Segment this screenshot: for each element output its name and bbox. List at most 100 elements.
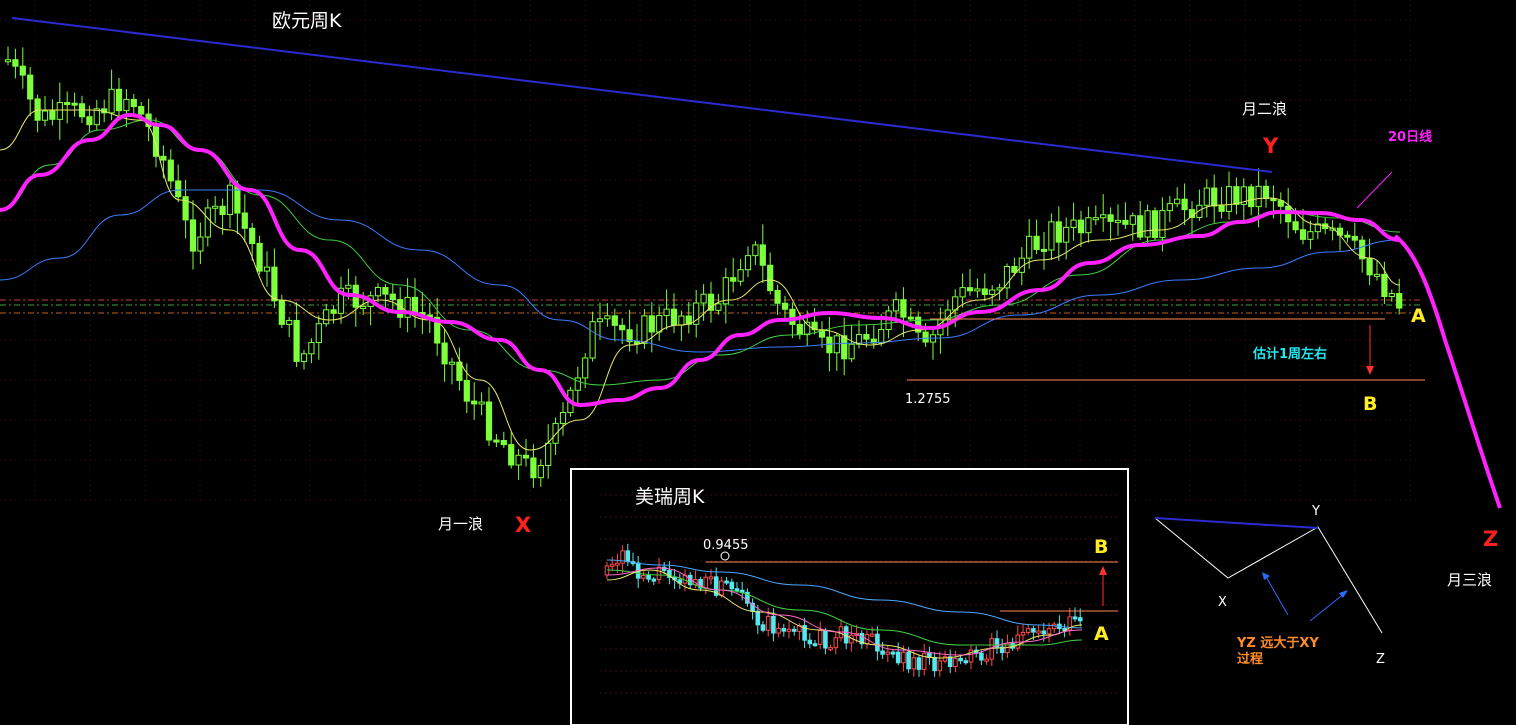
inset-candle-body	[755, 610, 761, 626]
candle-body	[345, 284, 352, 289]
candle-body	[663, 308, 670, 317]
candle-body	[582, 357, 589, 379]
candle-body	[759, 244, 766, 266]
y-label: Y	[1262, 134, 1279, 158]
candle-body	[1063, 226, 1070, 243]
inset-title: 美瑞周K	[635, 486, 705, 508]
candle-body	[1292, 221, 1299, 231]
candle-body	[456, 361, 463, 381]
candle-body	[1181, 198, 1188, 211]
candle-body	[1085, 217, 1092, 234]
inset-candle-body	[833, 637, 839, 649]
candle-body	[1344, 234, 1351, 238]
candle-body	[611, 315, 618, 326]
candle-body	[71, 102, 78, 106]
candle-body	[744, 255, 752, 271]
inset-candle-body	[817, 630, 823, 645]
inset-candle-body	[609, 563, 615, 567]
inset-a-label: A	[1094, 623, 1109, 645]
candle-body	[559, 412, 567, 424]
projected-z-curve	[1393, 234, 1502, 509]
candle-body	[323, 309, 330, 325]
inset-candle-body	[921, 652, 927, 670]
candle-body	[648, 315, 655, 333]
candle-body	[996, 287, 1003, 291]
candle-body	[12, 59, 19, 67]
candle-body	[1336, 227, 1344, 236]
candle-body	[115, 88, 123, 112]
candle-body	[1033, 235, 1040, 250]
candle-body	[249, 227, 256, 244]
wave-schematic: X Y Z YZ 远大于XY 过程	[1154, 504, 1385, 667]
candle-body	[278, 300, 285, 325]
candle-body	[189, 219, 197, 252]
inset-candle-body	[812, 643, 818, 647]
inset-candle-body	[901, 651, 906, 664]
schematic-arrow-2	[1309, 592, 1346, 622]
candle-body	[130, 98, 137, 108]
candle-body	[19, 65, 26, 76]
candle-body	[1255, 185, 1262, 208]
wave1-label: 月一浪	[438, 515, 483, 533]
candle-body	[530, 457, 537, 479]
candle-body	[197, 236, 204, 252]
inset-candle-body	[1020, 631, 1026, 636]
candle-body	[41, 110, 49, 121]
candle-body	[234, 184, 241, 214]
candle-body	[1366, 258, 1373, 276]
candle-body	[286, 319, 293, 325]
inset-candle-body	[1046, 628, 1052, 635]
candle-body	[204, 207, 211, 238]
candle-body	[833, 335, 840, 354]
inset-candle-body	[947, 656, 953, 668]
inset-candle-body	[984, 658, 989, 662]
candle-body	[508, 444, 515, 466]
inset-candle-body	[781, 628, 787, 632]
candle-body	[64, 102, 71, 106]
candle-body	[300, 353, 308, 362]
candle-body	[1396, 293, 1403, 309]
inset-candle-body	[656, 566, 662, 581]
candle-body	[774, 290, 781, 304]
inset-candle-body	[760, 624, 766, 631]
candle-body	[656, 315, 663, 333]
candle-body	[981, 288, 988, 295]
candle-body	[633, 341, 641, 345]
candle-body	[1388, 293, 1395, 297]
candle-body	[752, 244, 759, 257]
candle-body	[256, 242, 263, 272]
inset-b-label: B	[1094, 536, 1108, 558]
candle-body	[522, 454, 530, 459]
candle-body	[397, 299, 404, 318]
candle-body	[315, 323, 322, 344]
candle-body	[589, 321, 596, 359]
candle-body	[1144, 210, 1151, 238]
inset-candle-body	[1051, 623, 1057, 630]
candle-body	[389, 293, 396, 301]
candle-body	[641, 315, 648, 344]
b-label: B	[1363, 393, 1377, 415]
chart-canvas: 欧元周K 月一浪 X 月二浪 Y 20日线 A 估计1周左右 1.2755 B …	[0, 0, 1502, 725]
candle-body	[552, 422, 559, 444]
candle-body	[1174, 198, 1181, 205]
inset-candle-body	[651, 578, 657, 582]
inset-candle-body	[791, 628, 797, 632]
inset-candle-body	[953, 657, 958, 668]
candle-body	[1048, 221, 1055, 251]
main-grid	[0, 0, 1420, 505]
candle-body	[1137, 215, 1144, 238]
candle-body	[1166, 203, 1173, 212]
schematic-y-label: Y	[1311, 504, 1320, 519]
candle-body	[1055, 221, 1062, 243]
candle-body	[1114, 219, 1122, 223]
candle-body	[1351, 235, 1358, 241]
candle-body	[1248, 186, 1255, 208]
inset-chart: 美瑞周K 0.9455 B A	[570, 468, 1129, 725]
inset-candle-body	[646, 575, 651, 580]
inset-candle-body	[880, 650, 885, 655]
inset-candle-body	[958, 657, 963, 662]
candle-body	[1203, 187, 1210, 206]
candle-body	[796, 323, 803, 336]
inset-candle-body	[890, 651, 896, 655]
candle-body	[108, 88, 115, 114]
